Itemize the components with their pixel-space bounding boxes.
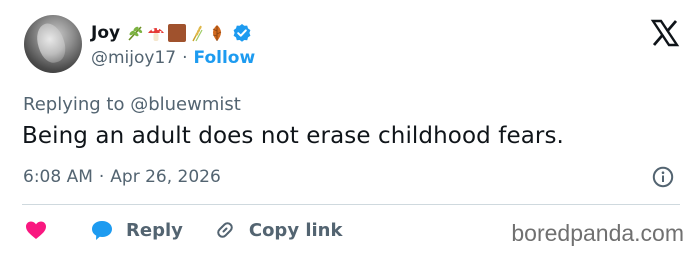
replying-to[interactable]: Replying to @bluewmist <box>23 94 241 115</box>
speech-bubble-icon <box>92 221 112 240</box>
info-icon[interactable] <box>652 166 674 188</box>
brown-square-emoji-icon <box>168 24 187 42</box>
tweet-text: Being an adult does not erase childhood … <box>22 123 564 149</box>
handle-separator: · <box>182 48 188 68</box>
watermark: boredpanda.com <box>511 220 684 246</box>
reply-label: Reply <box>126 219 183 241</box>
meta-separator: · <box>98 167 105 187</box>
author-name-row: Joy <box>91 20 252 46</box>
divider <box>22 204 680 205</box>
copy-link-label: Copy link <box>248 219 343 241</box>
tweet-meta: 6:08 AM · Apr 26, 2026 <box>23 167 221 187</box>
copy-link-button[interactable]: Copy link <box>213 218 343 242</box>
link-icon <box>217 222 233 238</box>
avatar[interactable] <box>24 15 82 73</box>
follow-button[interactable]: Follow <box>194 48 256 68</box>
heart-icon[interactable] <box>24 218 48 242</box>
action-bar: Reply Copy link <box>24 216 342 244</box>
mushroom-emoji-icon <box>148 27 165 41</box>
handle-row: @mijoy17 · Follow <box>91 48 255 68</box>
x-logo-icon[interactable] <box>650 18 680 48</box>
author-handle[interactable]: @mijoy17 <box>91 48 176 68</box>
name-emojis <box>126 24 226 42</box>
tweet-time[interactable]: 6:08 AM <box>23 167 93 187</box>
sprig-emoji-icon <box>128 26 143 41</box>
verified-badge-icon <box>233 24 251 42</box>
tweet-date[interactable]: Apr 26, 2026 <box>110 167 221 187</box>
wheat-emoji-icon <box>192 25 203 42</box>
display-name[interactable]: Joy <box>91 23 120 43</box>
leaf-emoji-icon <box>212 25 222 41</box>
reply-button[interactable]: Reply <box>90 219 183 241</box>
